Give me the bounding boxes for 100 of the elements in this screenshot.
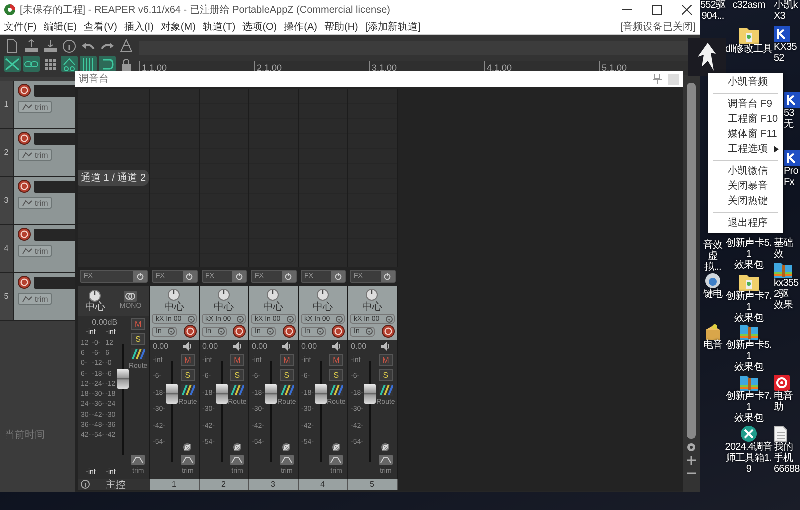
desktop-icon-label[interactable]: dll修改工具	[725, 44, 773, 55]
document-icon[interactable]	[774, 426, 788, 442]
record-arm-icon[interactable]	[332, 325, 345, 338]
knob-icon[interactable]	[218, 289, 230, 301]
menu-item[interactable]: 操作(A)	[284, 20, 318, 34]
desktop-icon-label[interactable]: c32asm	[732, 0, 766, 11]
phase-icon[interactable]	[381, 443, 390, 452]
phase-icon[interactable]	[232, 443, 242, 452]
menu-item[interactable]: 对象(M)	[160, 20, 196, 34]
fader-thumb[interactable]	[166, 384, 178, 404]
close-icon[interactable]	[682, 4, 692, 14]
pin-icon[interactable]	[653, 74, 662, 84]
menu-item[interactable]: 工程窗 F10	[708, 112, 783, 127]
scrollbar[interactable]	[683, 77, 700, 492]
speaker-icon[interactable]	[232, 342, 242, 351]
app-icon[interactable]	[774, 375, 790, 391]
solo-button[interactable]: S	[180, 369, 195, 381]
panel-toggle-icon[interactable]	[668, 74, 679, 84]
phase-icon[interactable]	[332, 443, 341, 452]
power-icon[interactable]	[334, 273, 342, 280]
toolbar-icon[interactable]	[5, 38, 20, 54]
knob-icon[interactable]	[89, 290, 102, 302]
phase-icon[interactable]	[183, 443, 192, 452]
desktop-icon-label[interactable]: 创新声卡7.1 效果包	[724, 391, 774, 424]
desktop-icon-label[interactable]: 552驱 904...	[700, 0, 726, 22]
record-arm-icon[interactable]	[18, 84, 31, 97]
menu-item[interactable]: 小凯音频	[708, 75, 783, 90]
toolbar-toggle[interactable]	[4, 56, 21, 72]
menu-item[interactable]: 轨道(T)	[202, 20, 236, 34]
desktop-icon-label[interactable]: 电音	[703, 340, 723, 351]
desktop-icon-label[interactable]: 电音助	[774, 391, 800, 413]
record-arm-icon[interactable]	[18, 180, 31, 193]
menu-item[interactable]: 帮助(H)	[324, 20, 358, 34]
fader-thumb[interactable]	[265, 384, 278, 404]
maximize-icon[interactable]	[652, 4, 662, 14]
toolbar-icon[interactable]	[119, 38, 134, 54]
envelope-icon[interactable]	[329, 455, 344, 465]
menu-item[interactable]: 查看(V)	[84, 20, 118, 34]
solo-button[interactable]: S	[131, 333, 146, 345]
info-icon[interactable]	[81, 480, 90, 489]
track-name-field[interactable]	[34, 276, 75, 288]
toolbar-icon[interactable]	[43, 38, 58, 54]
record-arm-icon[interactable]	[233, 325, 246, 338]
folder-icon[interactable]	[739, 273, 759, 291]
menu-item[interactable]: 小凯微信	[708, 164, 783, 179]
fader-thumb[interactable]	[364, 384, 376, 404]
archive-icon[interactable]	[740, 375, 758, 391]
toolbar-icon[interactable]	[24, 38, 39, 54]
menu-item[interactable]: 工程选项	[708, 142, 783, 157]
tools-icon[interactable]	[741, 426, 757, 442]
envelope-icon[interactable]	[378, 455, 393, 465]
desktop-icon-label[interactable]: 创新声卡5.1 效果包	[724, 238, 774, 271]
track-name-field[interactable]	[34, 132, 75, 144]
menu-item[interactable]: 调音台 F9	[708, 97, 783, 112]
power-icon[interactable]	[384, 273, 391, 280]
menu-item[interactable]: [添加新轨道]	[365, 20, 421, 34]
record-arm-icon[interactable]	[18, 276, 31, 289]
menu-item[interactable]: 插入(I)	[124, 20, 154, 34]
kx-logo-icon[interactable]	[784, 150, 800, 166]
desktop-icon-label[interactable]: 创新声卡5.1 效果包	[724, 340, 774, 373]
envelope-icon[interactable]	[180, 455, 195, 465]
solo-button[interactable]: S	[230, 369, 244, 381]
menu-item[interactable]: 媒体窗 F11	[708, 127, 783, 142]
toolbar-toggle[interactable]	[42, 56, 59, 72]
envelope-icon[interactable]	[230, 455, 244, 465]
envelope-icon[interactable]	[131, 455, 146, 465]
track-name-field[interactable]	[34, 180, 75, 192]
desktop-icon-label[interactable]: 音效 虚拟...	[700, 240, 726, 273]
power-icon[interactable]	[236, 273, 242, 280]
knob-icon[interactable]	[267, 289, 280, 301]
toolbar-toggle[interactable]	[80, 56, 97, 72]
phase-icon[interactable]	[282, 443, 292, 452]
speaker-icon[interactable]	[332, 342, 341, 351]
mono-icon[interactable]	[124, 291, 138, 302]
track-name-field[interactable]	[34, 228, 75, 240]
toolbar-icon[interactable]	[62, 38, 77, 54]
record-arm-icon[interactable]	[382, 325, 394, 338]
zoom-icon[interactable]	[687, 443, 696, 452]
fader-thumb[interactable]	[216, 384, 228, 404]
record-arm-icon[interactable]	[18, 228, 31, 241]
knob-icon[interactable]	[366, 289, 378, 301]
power-icon[interactable]	[186, 273, 193, 280]
speaker-icon[interactable]	[381, 342, 390, 351]
desktop-icon-label[interactable]: 小凯kX3	[774, 0, 800, 22]
speaker-icon[interactable]	[282, 342, 292, 351]
knob-icon[interactable]	[168, 289, 180, 301]
knob-icon[interactable]	[316, 289, 329, 301]
desktop-icon-label[interactable]: 基础效	[774, 238, 800, 260]
solo-button[interactable]: S	[280, 369, 294, 381]
speaker-icon[interactable]	[183, 342, 192, 351]
fader-thumb[interactable]	[116, 369, 129, 390]
power-icon[interactable]	[136, 273, 144, 280]
route-icon[interactable]	[378, 384, 393, 396]
desktop-icon-label[interactable]: 我的手机 66688	[774, 442, 800, 475]
envelope-icon[interactable]	[280, 455, 294, 465]
desktop-icon-label[interactable]: KX3552	[774, 42, 800, 64]
route-icon[interactable]	[329, 384, 344, 396]
menu-item[interactable]: 关闭暴音	[708, 179, 783, 194]
toolbar-toggle[interactable]	[61, 56, 78, 72]
desktop-icon-label[interactable]: 53无	[784, 108, 800, 130]
